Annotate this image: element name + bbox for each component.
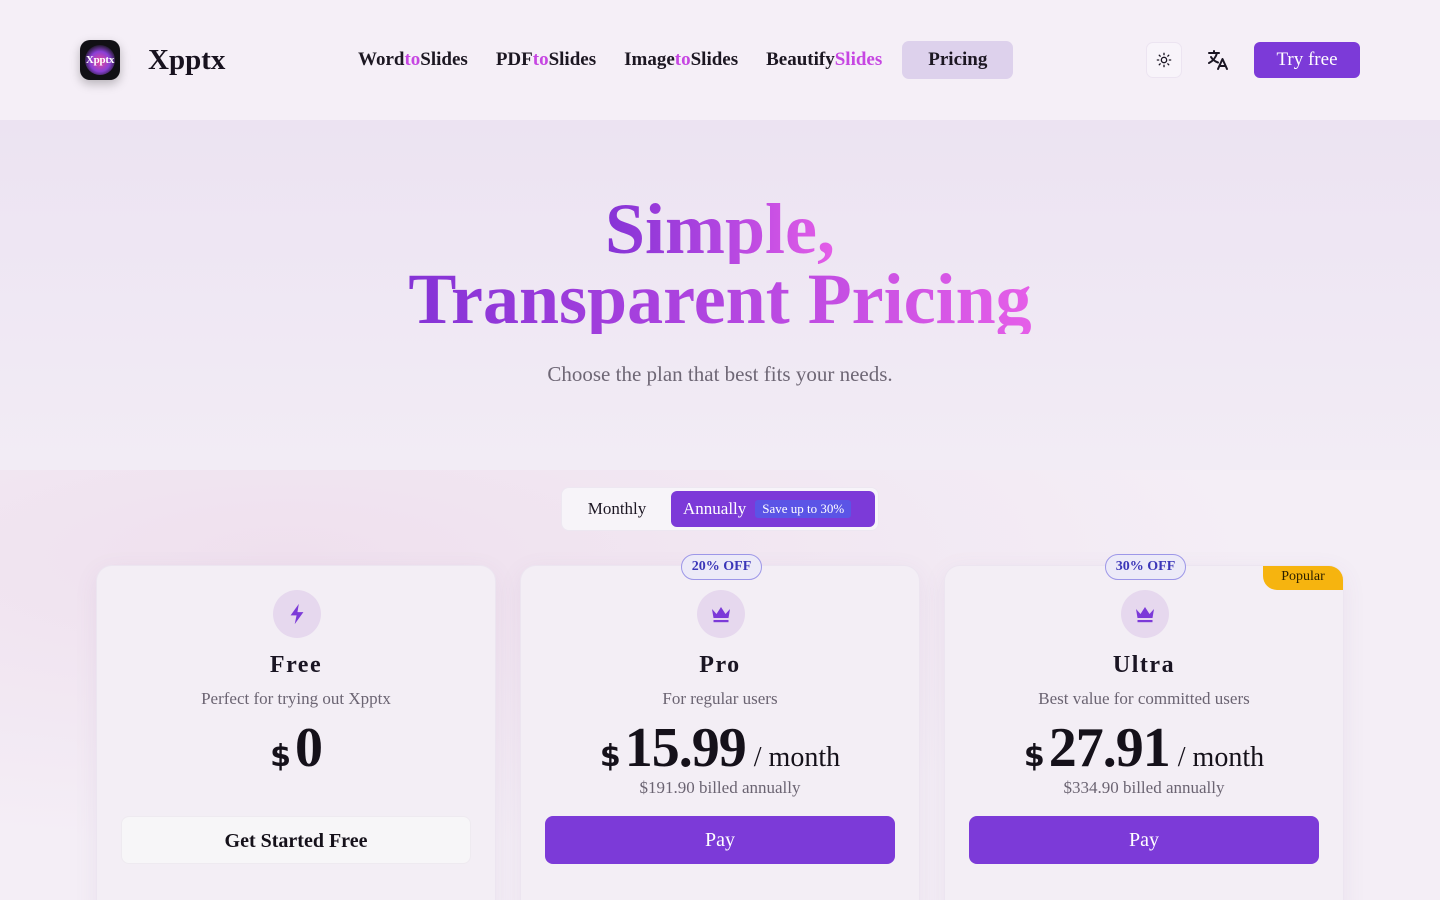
pricing-section: Monthly Annually Save up to 30% Free Per… xyxy=(0,470,1440,900)
nav-pdf-label: PDF xyxy=(495,49,533,70)
hero-title-line-1: Simple, xyxy=(604,189,836,269)
brand-name[interactable]: Xpptx xyxy=(148,40,225,80)
nav-image-to: to xyxy=(674,49,691,70)
nav-image-slides: Slides xyxy=(690,49,739,70)
nav-word-to: to xyxy=(404,49,421,70)
plan-description: Best value for committed users xyxy=(1038,689,1250,708)
hero-section: Simple, Transparent Pricing Choose the p… xyxy=(0,120,1440,470)
main-nav: WordtoSlides PDFtoSlides ImagetoSlides B… xyxy=(344,41,1014,79)
nav-word-label: Word xyxy=(358,49,405,70)
hero-title: Simple, Transparent Pricing xyxy=(0,189,1440,339)
crown-icon xyxy=(712,607,730,623)
plan-name: Pro xyxy=(699,652,741,678)
hero-subtitle: Choose the plan that best fits your need… xyxy=(547,362,893,386)
plan-description: Perfect for trying out Xpptx xyxy=(201,689,391,708)
nav-beautify-accent: Slides xyxy=(834,49,883,70)
nav-beautify-label: Beautify xyxy=(766,49,835,70)
toggle-annually-label: Annually xyxy=(683,499,747,518)
price-currency: $ xyxy=(270,739,291,774)
pay-ultra-button[interactable]: Pay xyxy=(969,816,1319,864)
plan-description: For regular users xyxy=(662,689,778,708)
plan-card-free: Free Perfect for trying out Xpptx $ 0 Ge… xyxy=(96,565,496,900)
plan-price: $ 15.99 / month xyxy=(521,716,919,780)
try-free-button[interactable]: Try free xyxy=(1254,42,1360,78)
plan-icon-ultra xyxy=(1121,590,1169,638)
site-header: Xpptx Xpptx WordtoSlides PDFtoSlides Ima… xyxy=(0,0,1440,120)
translate-icon xyxy=(1208,50,1228,70)
billing-toggle: Monthly Annually Save up to 30% xyxy=(561,487,879,531)
billed-annually-text: $191.90 billed annually xyxy=(639,778,801,797)
nav-word-to-slides[interactable]: WordtoSlides xyxy=(344,41,482,79)
get-started-free-button[interactable]: Get Started Free xyxy=(121,816,471,864)
lightning-icon xyxy=(290,603,304,625)
plan-price: $ 0 xyxy=(97,716,495,780)
price-period: / month xyxy=(1177,742,1265,773)
language-button[interactable] xyxy=(1200,42,1236,78)
plan-icon-pro xyxy=(697,590,745,638)
plan-name: Free xyxy=(269,652,323,678)
popular-ribbon: Popular xyxy=(1263,566,1343,590)
nav-beautify-slides[interactable]: BeautifySlides xyxy=(752,41,896,79)
price-period: / month xyxy=(753,742,841,773)
plan-icon-free xyxy=(273,590,321,638)
theme-toggle-button[interactable] xyxy=(1146,42,1182,78)
sun-icon xyxy=(1156,52,1172,68)
plan-card-ultra: 30% OFF Popular Ultra Best value for com… xyxy=(944,554,1344,900)
nav-pdf-to: to xyxy=(532,49,549,70)
plan-card-pro: 20% OFF Pro For regular users $ 15.99 / … xyxy=(520,554,920,900)
price-amount: 15.99 xyxy=(624,717,747,779)
billed-annually-text: $334.90 billed annually xyxy=(1063,778,1225,797)
price-currency: $ xyxy=(599,739,621,774)
discount-badge: 20% OFF xyxy=(681,554,762,580)
save-badge: Save up to 30% xyxy=(755,500,852,518)
nav-image-label: Image xyxy=(624,49,675,70)
nav-pdf-slides: Slides xyxy=(548,49,597,70)
logo[interactable]: Xpptx xyxy=(80,40,120,80)
price-amount: 27.91 xyxy=(1048,717,1171,779)
plan-price: $ 27.91 / month xyxy=(945,716,1343,780)
pay-pro-button[interactable]: Pay xyxy=(545,816,895,864)
logo-text: Xpptx xyxy=(85,54,115,66)
nav-image-to-slides[interactable]: ImagetoSlides xyxy=(610,41,752,79)
nav-pricing[interactable]: Pricing xyxy=(902,41,1014,79)
toggle-annually[interactable]: Annually Save up to 30% xyxy=(671,491,875,527)
plan-name: Ultra xyxy=(1112,652,1176,678)
price-amount: 0 xyxy=(294,717,323,779)
nav-pdf-to-slides[interactable]: PDFtoSlides xyxy=(482,41,610,79)
hero-title-line-2: Transparent Pricing xyxy=(408,259,1032,339)
discount-badge: 30% OFF xyxy=(1105,554,1186,580)
price-currency: $ xyxy=(1023,739,1045,774)
crown-icon xyxy=(1136,607,1154,623)
nav-word-slides: Slides xyxy=(420,49,468,70)
toggle-monthly[interactable]: Monthly xyxy=(562,488,672,530)
